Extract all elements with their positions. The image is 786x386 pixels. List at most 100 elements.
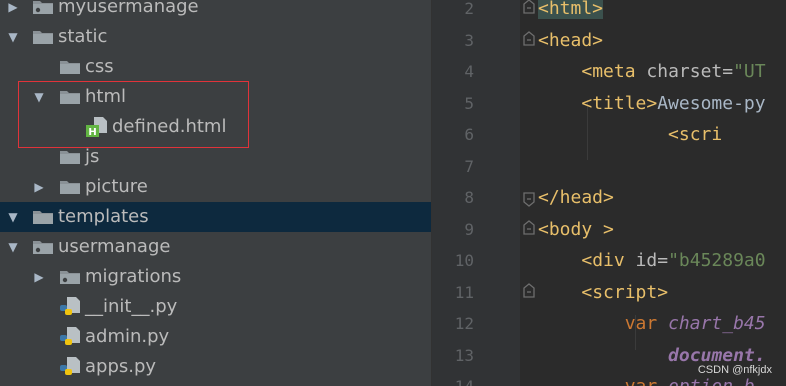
package-icon [32,0,54,15]
tree-item-js[interactable]: js [0,142,431,172]
code-token: var [624,313,669,334]
tree-item-static[interactable]: ▼ static [0,22,431,52]
fold-end-icon[interactable] [519,182,539,213]
tree-item-label: templates [58,206,149,227]
fold-toggle-icon[interactable] [519,214,539,245]
project-tree[interactable]: ▶ myusermanage ▼ static css ▼ html Hdefined.htm… [0,0,431,386]
folder-icon [59,179,81,195]
fold-toggle-icon[interactable] [519,0,539,24]
code-token: <div [581,250,636,271]
code-line[interactable]: <html> [538,0,604,24]
tree-item-label: myusermanage [58,0,199,17]
tree-item-label: defined.html [112,116,227,137]
tree-item-label: picture [85,176,148,197]
tree-item-init-py[interactable]: __init__.py [0,292,431,322]
tree-item-html[interactable]: ▼ html [0,82,431,112]
code-token: "b45289a0 [668,250,766,271]
line-number: 12 [454,314,474,333]
line-number: 9 [464,219,474,239]
folder-icon [32,209,54,225]
chevron-right-icon[interactable]: ▶ [6,0,20,22]
code-token: var [625,376,668,386]
html-file-icon: H [86,117,108,138]
folder-icon [59,89,81,105]
code-token: document. [668,344,766,366]
line-number: 8 [464,188,474,207]
chevron-right-icon[interactable]: ▶ [32,172,46,202]
tree-item-label: migrations [85,266,182,287]
tree-item-myusermanage[interactable]: ▶ myusermanage [0,0,431,22]
line-number: 14 [432,371,474,386]
package-icon [59,269,81,285]
code-line[interactable]: <scri [538,119,722,150]
tree-item-label: js [85,146,100,167]
tree-item-admin-py[interactable]: admin.py [0,322,431,352]
fold-toggle-icon[interactable] [519,277,539,308]
code-token: <scri [668,124,723,145]
chevron-right-icon[interactable]: ▶ [32,262,46,292]
line-number: 3 [464,30,474,50]
chevron-down-icon[interactable]: ▼ [6,22,20,52]
folder-icon [59,149,81,165]
tree-item-apps-py[interactable]: apps.py [0,352,431,382]
line-number: 6 [464,125,474,144]
chevron-down-icon[interactable]: ▼ [32,82,46,112]
tree-item-label: __init__.py [85,296,178,317]
code-line[interactable]: </head> [538,182,614,213]
folder-icon [32,29,54,45]
line-number: 2 [464,0,474,18]
python-file-icon [59,327,81,347]
code-line[interactable]: <head> [538,25,603,56]
code-token: <meta [581,61,647,82]
code-token: <html> [538,0,604,19]
tree-item-defined-html[interactable]: Hdefined.html [0,112,431,142]
code-token: "UT [733,61,766,82]
code-token: <body > [538,218,614,240]
tree-item-templates[interactable]: ▼ templates [0,202,431,232]
fold-toggle-icon[interactable] [519,25,539,56]
folder-icon [59,59,81,75]
ide-window: ▶ myusermanage ▼ static css ▼ html Hdefined.htm… [0,0,786,386]
code-line[interactable]: <body > [538,214,614,245]
tree-item-label: static [58,26,108,47]
line-number: 4 [464,62,474,81]
tree-item-usermanage[interactable]: ▼ usermanage [0,232,431,262]
code-token: <head> [538,29,604,51]
code-token: option_b [668,376,755,386]
python-file-icon [59,297,81,317]
code-line[interactable]: var chart_b45 [538,308,766,339]
tree-item-migrations[interactable]: ▶ migrations [0,262,431,292]
code-line[interactable]: <div id="b45289a0 [538,245,766,276]
tree-item-label: css [85,56,114,77]
code-token: <script> [581,281,669,303]
line-number: 10 [454,251,474,270]
tree-item-label: html [85,86,127,107]
code-token: chart_b45 [668,313,766,334]
code-line[interactable]: <title>Awesome-py [538,88,765,119]
code-token: </head> [538,187,614,208]
tree-item-picture[interactable]: ▶ picture [0,172,431,202]
code-token: charset= [646,61,734,82]
python-file-icon [59,357,81,377]
chevron-down-icon[interactable]: ▼ [6,232,20,262]
code-token: <title> [581,92,658,114]
code-line[interactable]: <meta charset="UT [538,56,766,87]
chevron-down-icon[interactable]: ▼ [6,202,20,232]
line-number: 7 [464,156,474,176]
code-line[interactable]: <script> [538,277,668,308]
tree-item-label: apps.py [85,356,157,377]
watermark: CSDN @nfkjdx [697,364,772,376]
tree-item-label: admin.py [85,326,170,347]
package-icon [32,239,54,255]
line-number: 5 [464,93,474,113]
code-token: id= [635,250,669,271]
tree-item-css[interactable]: css [0,52,431,82]
